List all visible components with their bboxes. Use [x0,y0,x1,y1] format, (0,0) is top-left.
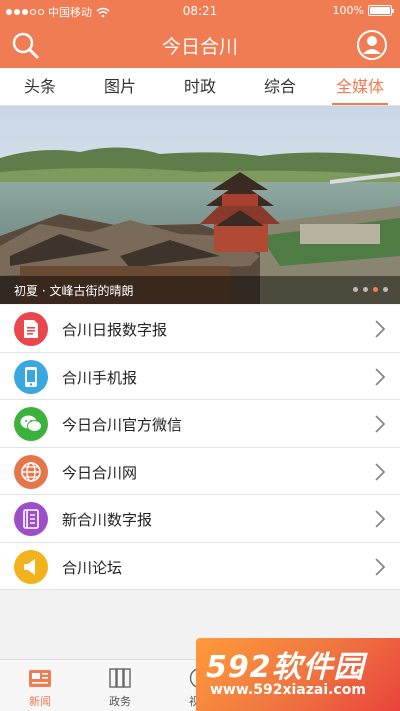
newspaper-icon [14,312,48,346]
chevron-right-icon [375,320,386,338]
nav-government[interactable]: 政务 [80,660,160,711]
category-tabs: 头条 图片 时政 综合 全媒体 [0,68,400,106]
list-item-label: 新合川数字报 [62,511,153,529]
list-item-mobile-paper[interactable]: 合川手机报 [0,353,400,400]
status-bar: 中国移动 08:21 100% [0,0,400,22]
app-header: 今日合川 [0,22,400,68]
chevron-right-icon [375,557,386,576]
list-item-label: 合川手机报 [62,368,138,387]
banner-caption: 初夏 · 文峰古街的晴朗 [14,284,134,298]
tab-general[interactable]: 综合 [240,68,320,105]
watermark-brand: 592软件园 [206,650,365,685]
phone-icon [14,359,48,394]
page-title: 今日合川 [161,36,238,58]
globe-icon [14,454,48,489]
banner-image [0,106,400,304]
carousel-dot-active [373,287,378,292]
list-item-wechat[interactable]: 今日合川官方微信 [0,400,400,448]
carousel-dot [363,287,368,292]
battery-percent: 100% [332,4,364,17]
media-list: 合川日报数字报 合川手机报 今日合川官方微信 今日合川网 新合川数字报 合川论坛 [0,305,400,590]
chevron-right-icon [375,510,386,528]
carousel-dot [383,287,388,292]
battery-icon [368,5,394,16]
tab-pictures[interactable]: 图片 [80,68,160,105]
tab-headlines[interactable]: 头条 [0,68,80,105]
tab-all-media[interactable]: 全媒体 [320,68,400,105]
carousel-indicator [353,287,388,292]
watermark-url: www.592xiazai.com [210,682,366,698]
tab-politics[interactable]: 时政 [160,68,240,105]
list-item-website[interactable]: 今日合川网 [0,448,400,495]
book-icon [14,502,48,536]
chevron-right-icon [375,415,386,433]
banner-carousel[interactable]: 初夏 · 文峰古街的晴朗 [0,106,400,304]
list-item-hechuan-daily[interactable]: 合川日报数字报 [0,305,400,353]
chevron-right-icon [375,367,386,386]
list-item-label: 合川论坛 [62,558,123,577]
list-item-label: 今日合川官方微信 [62,416,183,434]
wechat-icon [14,407,48,441]
carousel-dot [353,287,358,292]
user-icon[interactable] [356,29,388,61]
nav-label: 新闻 [29,695,51,708]
chevron-right-icon [375,462,386,481]
nav-label: 政务 [109,695,131,708]
nav-news[interactable]: 新闻 [0,660,80,711]
watermark-overlay: 592软件园 www.592xiazai.com [196,638,400,711]
news-icon [29,670,51,687]
list-item-label: 今日合川网 [62,463,138,482]
banner-caption-bar: 初夏 · 文峰古街的晴朗 [0,276,400,304]
list-item-label: 合川日报数字报 [62,321,168,339]
list-item-new-digital-paper[interactable]: 新合川数字报 [0,495,400,543]
list-item-forum[interactable]: 合川论坛 [0,543,400,590]
government-icon [109,668,131,688]
speaker-icon [14,549,48,584]
